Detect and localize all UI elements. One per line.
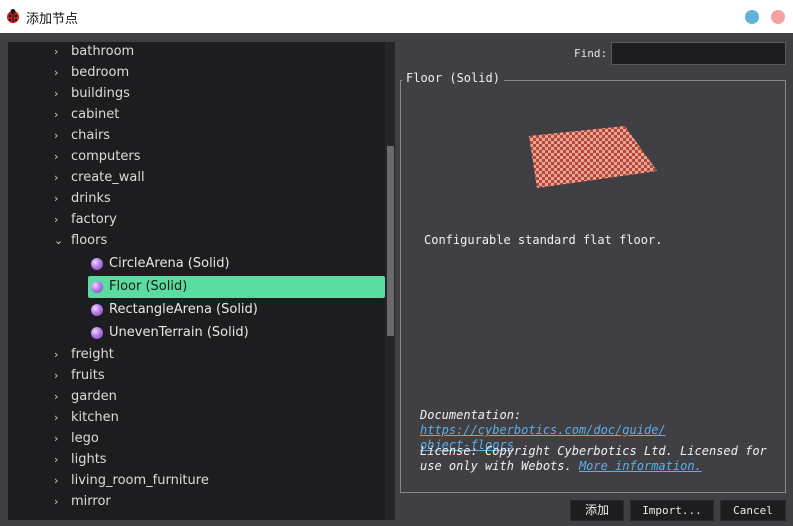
solid-node-icon: [91, 281, 103, 293]
tree-folder-label: bedroom: [71, 65, 130, 80]
tree-folder-label: lego: [71, 431, 99, 446]
doc-link[interactable]: https://cyberbotics.com/doc/guide/: [420, 423, 666, 437]
chevron-right-icon[interactable]: ›: [54, 453, 64, 467]
more-information-link[interactable]: More information.: [579, 459, 702, 473]
chevron-right-icon[interactable]: ›: [54, 192, 64, 206]
add-button[interactable]: 添加: [570, 500, 624, 521]
tree-folder-item[interactable]: › create_wall: [8, 168, 388, 189]
find-input[interactable]: [611, 42, 786, 65]
tree-folder-label: kitchen: [71, 410, 119, 425]
chevron-right-icon[interactable]: ›: [54, 369, 64, 383]
tree-folder-label: bathroom: [71, 44, 135, 59]
tree-folder-label: fruits: [71, 368, 105, 383]
tree-folder-label: garden: [71, 389, 117, 404]
tree-folder-item[interactable]: › lights: [8, 450, 388, 471]
tree-folder-item[interactable]: › lego: [8, 429, 388, 450]
tree-node-label: RectangleArena (Solid): [109, 302, 258, 317]
tree-folder-label: factory: [71, 212, 117, 227]
tree-folder-label: lights: [71, 452, 107, 467]
tree-folder-item[interactable]: › living_room_furniture: [8, 471, 388, 492]
solid-node-icon: [91, 327, 103, 339]
ladybug-icon: [7, 9, 19, 23]
chevron-right-icon[interactable]: ›: [54, 171, 64, 185]
license-text: License: Copyright Cyberbotics Ltd. Lice…: [420, 444, 772, 474]
tree-folder-item[interactable]: › buildings: [8, 84, 388, 105]
import-button[interactable]: Import...: [630, 500, 714, 521]
tree-folder-label: buildings: [71, 86, 130, 101]
tree-folder-label: living_room_furniture: [71, 473, 209, 488]
tree-folder-item[interactable]: › freight: [8, 345, 388, 366]
tree-folder-label: floors: [71, 233, 108, 248]
tree-scrollbar[interactable]: [385, 42, 395, 520]
title-bar: 添加节点: [0, 0, 793, 33]
license-line-1: License: Copyright Cyberbotics Ltd. Lice…: [420, 444, 767, 458]
tree-folder-label: create_wall: [71, 170, 145, 185]
scrollbar-thumb[interactable]: [387, 146, 394, 336]
chevron-right-icon[interactable]: ›: [54, 108, 64, 122]
tree-folder-label: computers: [71, 149, 141, 164]
tree-node-item[interactable]: RectangleArena (Solid): [88, 299, 385, 321]
tree-node-label: UnevenTerrain (Solid): [109, 325, 249, 340]
tree-node-item[interactable]: CircleArena (Solid): [88, 253, 385, 275]
chevron-right-icon[interactable]: ›: [54, 411, 64, 425]
window-title: 添加节点: [26, 12, 79, 27]
tree-node-item[interactable]: UnevenTerrain (Solid): [88, 322, 385, 344]
tree-folder-label: freight: [71, 347, 114, 362]
chevron-right-icon[interactable]: ›: [54, 390, 64, 404]
chevron-right-icon[interactable]: ›: [54, 213, 64, 227]
tree-folder-item[interactable]: › chairs: [8, 126, 388, 147]
close-button[interactable]: [771, 10, 785, 24]
chevron-right-icon[interactable]: ›: [54, 87, 64, 101]
solid-node-icon: [91, 304, 103, 316]
tree-folder-label: cabinet: [71, 107, 120, 122]
chevron-right-icon[interactable]: ›: [54, 474, 64, 488]
tree-folder-item[interactable]: › cabinet: [8, 105, 388, 126]
tree-node-label: Floor (Solid): [109, 279, 188, 294]
group-title: Floor (Solid): [402, 71, 504, 85]
solid-node-icon: [91, 258, 103, 270]
tree-node-label: CircleArena (Solid): [109, 256, 230, 271]
tree-folder-label: chairs: [71, 128, 111, 143]
floor-preview-image: [529, 126, 657, 188]
chevron-down-icon[interactable]: ⌄: [54, 234, 64, 248]
tree-folder-item[interactable]: › fruits: [8, 366, 388, 387]
minimize-button[interactable]: [745, 10, 759, 24]
chevron-right-icon[interactable]: ›: [54, 150, 64, 164]
find-label: Find:: [574, 47, 608, 60]
tree-folder-label: mirror: [71, 494, 111, 509]
tree-folder-item[interactable]: ⌄ floors: [8, 231, 388, 252]
chevron-right-icon[interactable]: ›: [54, 348, 64, 362]
tree-folder-item[interactable]: › mirror: [8, 492, 388, 513]
node-description: Configurable standard flat floor.: [424, 233, 663, 247]
chevron-right-icon[interactable]: ›: [54, 432, 64, 446]
tree-folder-item[interactable]: › drinks: [8, 189, 388, 210]
tree-folder-item[interactable]: › factory: [8, 210, 388, 231]
doc-prefix: Documentation:: [420, 408, 522, 422]
chevron-right-icon[interactable]: ›: [54, 66, 64, 80]
tree-folder-item[interactable]: › computers: [8, 147, 388, 168]
node-tree[interactable]: › bathroom › bedroom › buildings › cabinet › chai…: [8, 42, 395, 520]
tree-folder-item[interactable]: › bathroom: [8, 42, 388, 63]
tree-folder-item[interactable]: › kitchen: [8, 408, 388, 429]
tree-folder-item[interactable]: › garden: [8, 387, 388, 408]
chevron-right-icon[interactable]: ›: [54, 495, 64, 509]
chevron-right-icon[interactable]: ›: [54, 45, 64, 59]
tree-folder-item[interactable]: › bedroom: [8, 63, 388, 84]
license-line-2: use only with Webots.: [420, 459, 579, 473]
chevron-right-icon[interactable]: ›: [54, 129, 64, 143]
tree-node-item[interactable]: Floor (Solid): [88, 276, 385, 298]
tree-folder-label: drinks: [71, 191, 111, 206]
cancel-button[interactable]: Cancel: [720, 500, 786, 521]
